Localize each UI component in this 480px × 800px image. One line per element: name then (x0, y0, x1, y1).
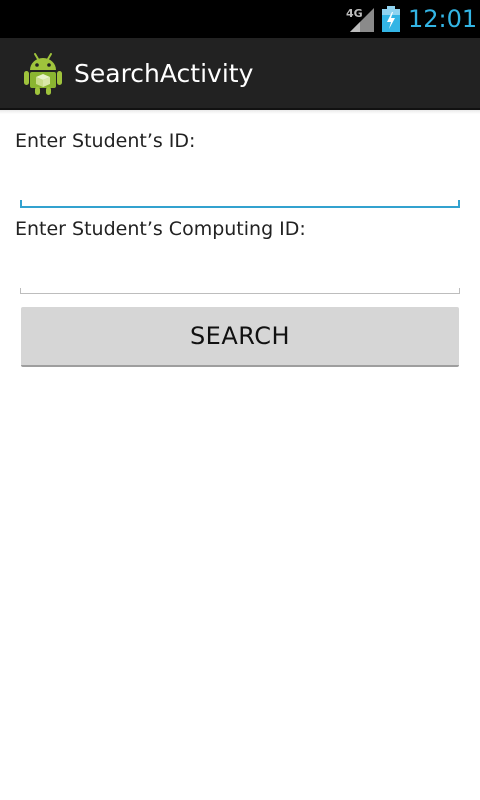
field-edge-right (459, 288, 460, 294)
android-app-icon[interactable] (22, 50, 64, 96)
field-edge-left (20, 288, 21, 294)
battery-charging-icon (382, 6, 400, 32)
student-id-input[interactable] (20, 168, 460, 206)
app-title: SearchActivity (74, 59, 254, 88)
status-bar: 4G 12:01 (0, 0, 480, 38)
network-type-label: 4G (346, 7, 363, 20)
action-bar-shadow (0, 110, 480, 114)
student-id-label: Enter Student’s ID: (15, 130, 196, 152)
search-button[interactable]: SEARCH (21, 307, 459, 367)
signal-icon: 4G (346, 7, 374, 32)
student-id-field[interactable] (20, 168, 460, 208)
computing-id-field[interactable] (20, 254, 460, 294)
field-edge-left (20, 200, 22, 208)
computing-id-label: Enter Student’s Computing ID: (15, 218, 306, 240)
computing-id-input[interactable] (20, 254, 460, 293)
action-bar: SearchActivity (0, 38, 480, 110)
status-time: 12:01 (408, 5, 478, 33)
field-edge-right (458, 200, 460, 208)
